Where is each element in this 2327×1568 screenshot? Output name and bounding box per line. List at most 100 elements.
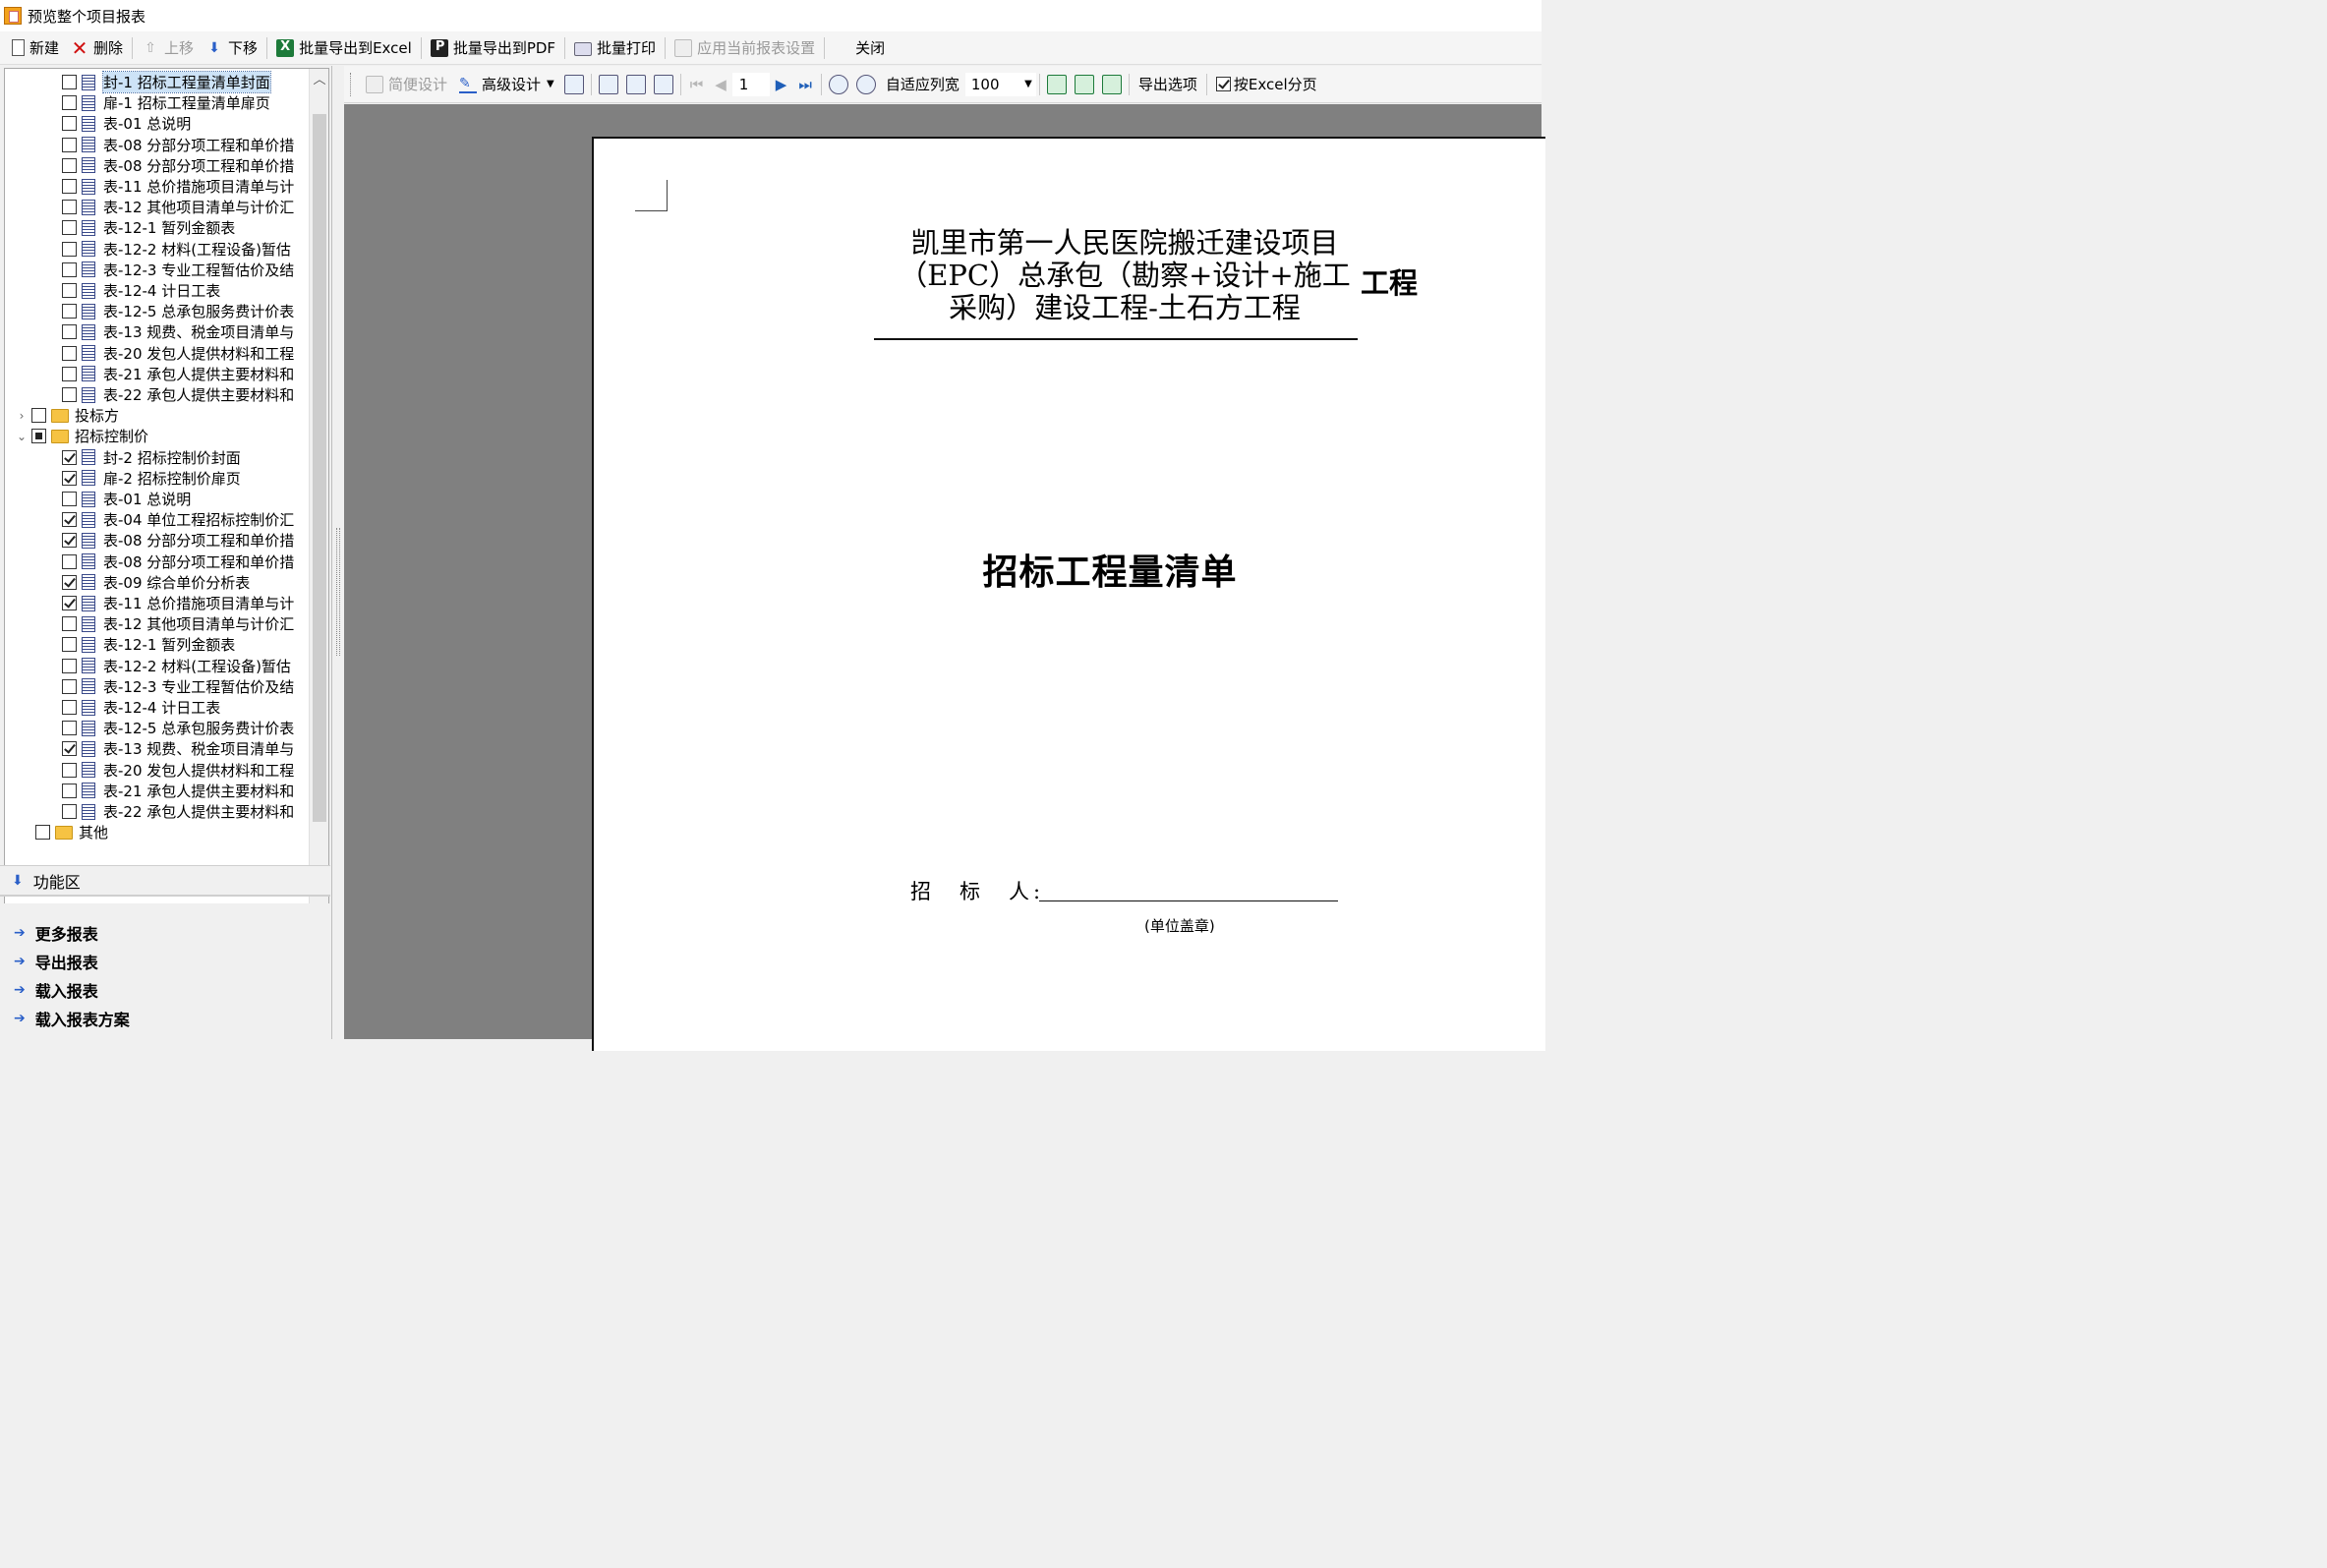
tree-item-report[interactable]: 表-12-2 材料(工程设备)暂估 (62, 239, 291, 260)
tree-item-report[interactable]: 扉-1 招标工程量清单扉页 (62, 92, 270, 113)
checkbox[interactable] (31, 408, 46, 424)
tree-item-report[interactable]: 表-12-1 暂列金额表 (62, 217, 235, 238)
export-options-button[interactable]: 导出选项 (1133, 71, 1203, 98)
fit-width-button[interactable]: 自适应列宽 (880, 71, 965, 98)
checkbox[interactable] (62, 366, 77, 381)
checkbox[interactable] (62, 492, 77, 506)
tree-item-report[interactable]: 表-08 分部分项工程和单价措 (62, 135, 294, 155)
tree-item-report[interactable]: 表-12-2 材料(工程设备)暂估 (62, 656, 291, 676)
checkbox[interactable] (62, 762, 77, 778)
export-excel-button[interactable]: 批量导出到Excel (270, 34, 418, 62)
excel-export-icon[interactable] (1046, 74, 1067, 94)
tree-item-report[interactable]: 表-01 总说明 (62, 113, 191, 134)
tree-item-report[interactable]: 表-12-3 专业工程暂估价及结 (62, 676, 294, 697)
excel-paging-checkbox[interactable]: 按Excel分页 (1210, 71, 1323, 98)
checkbox[interactable] (62, 95, 77, 111)
tree-item-report[interactable]: 表-20 发包人提供材料和工程 (62, 760, 294, 781)
tree-item-report[interactable]: 表-20 发包人提供材料和工程 (62, 343, 294, 364)
tree-item-report[interactable]: 表-12-4 计日工表 (62, 697, 220, 718)
tree-item-report[interactable]: 表-08 分部分项工程和单价措 (62, 530, 294, 551)
apply-settings-button[interactable]: 应用当前报表设置 (669, 34, 821, 62)
checkbox[interactable] (62, 470, 77, 486)
tree-item-report[interactable]: 表-12-3 专业工程暂估价及结 (62, 260, 294, 280)
page-number-input[interactable]: 1 (731, 72, 770, 96)
tree-item-report[interactable]: 表-13 规费、税金项目清单与 (62, 321, 294, 342)
checkbox[interactable] (62, 616, 77, 632)
dropdown-arrow-icon[interactable]: ▼ (547, 79, 554, 89)
next-page-icon[interactable]: ▶ (770, 76, 793, 93)
tree-folder-control-price[interactable]: ⌄ 招标控制价 (15, 426, 148, 446)
zoom-out-icon[interactable] (855, 74, 876, 94)
multi-page-icon[interactable] (653, 74, 673, 94)
checkbox[interactable] (62, 596, 77, 610)
tree-item-report[interactable]: 表-12-1 暂列金额表 (62, 634, 235, 655)
prev-page-icon[interactable]: ◀ (709, 76, 732, 93)
checkbox[interactable] (62, 678, 77, 694)
panel-splitter[interactable] (333, 66, 343, 1039)
advanced-design-button[interactable]: ✎ 高级设计 ▼ (453, 71, 560, 98)
tree-item-report[interactable]: 封-1 招标工程量清单封面 (62, 71, 271, 93)
checkbox[interactable] (62, 741, 77, 757)
checkbox[interactable] (62, 783, 77, 798)
first-page-icon[interactable]: ⏮ (684, 76, 710, 93)
checkbox[interactable] (62, 804, 77, 819)
vertical-scroll-thumb[interactable] (313, 114, 326, 822)
function-area-header[interactable]: ⬇ 功能区 (0, 865, 330, 897)
checkbox[interactable] (62, 449, 77, 465)
checkbox[interactable] (62, 345, 77, 361)
link-load-reports[interactable]: ➔ 载入报表 (14, 978, 98, 1002)
checkbox[interactable] (62, 700, 77, 715)
checkbox[interactable] (62, 220, 77, 236)
tree-item-report[interactable]: 表-22 承包人提供主要材料和 (62, 384, 294, 405)
new-button[interactable]: 新建 (6, 34, 65, 62)
checkbox[interactable] (62, 179, 77, 194)
tree-item-report[interactable]: 扉-2 招标控制价扉页 (62, 468, 241, 489)
export-pdf-button[interactable]: 批量导出到PDF (425, 34, 561, 62)
checkbox[interactable] (35, 825, 50, 841)
tree-item-report[interactable]: 表-12-5 总承包服务费计价表 (62, 718, 294, 738)
tree-item-report[interactable]: 表-09 综合单价分析表 (62, 572, 250, 593)
tree-item-report[interactable]: 表-04 单位工程招标控制价汇 (62, 509, 294, 530)
tree-vertical-scrollbar[interactable]: ︿ ﹀ (309, 69, 328, 906)
checkbox[interactable] (62, 637, 77, 653)
checkbox[interactable] (62, 387, 77, 402)
tree-item-report[interactable]: 表-21 承包人提供主要材料和 (62, 781, 294, 801)
move-up-button[interactable]: ⇧ 上移 (136, 34, 200, 62)
delete-button[interactable]: ✕ 删除 (65, 34, 129, 62)
zoom-select[interactable]: 100 ▼ (964, 72, 1036, 96)
zoom-in-icon[interactable] (828, 74, 848, 94)
tree-item-report[interactable]: 表-11 总价措施项目清单与计 (62, 176, 294, 197)
print-icon[interactable] (563, 74, 584, 94)
scroll-up-icon[interactable]: ︿ (310, 71, 328, 90)
checkbox[interactable] (62, 721, 77, 736)
tree-item-report[interactable]: 表-08 分部分项工程和单价措 (62, 552, 294, 572)
expand-icon[interactable]: › (15, 409, 29, 423)
tree-item-report[interactable]: 表-22 承包人提供主要材料和 (62, 801, 294, 822)
report-preview-area[interactable]: 凯里市第一人民医院搬迁建设项目 （EPC）总承包（勘察+设计+施工 采购）建设工… (344, 104, 1545, 1051)
move-down-button[interactable]: ⬇ 下移 (200, 34, 263, 62)
link-more-reports[interactable]: ➔ 更多报表 (14, 921, 98, 945)
checkbox[interactable] (62, 553, 77, 569)
tree-item-report[interactable]: 表-08 分部分项工程和单价措 (62, 155, 294, 176)
checkbox[interactable] (62, 283, 77, 298)
tree-item-report[interactable]: 封-2 招标控制价封面 (62, 447, 241, 468)
checkbox[interactable] (62, 261, 77, 277)
tree-item-report[interactable]: 表-12-4 计日工表 (62, 280, 220, 301)
checkbox[interactable] (62, 533, 77, 549)
excel-multi-icon[interactable] (1101, 74, 1122, 94)
checkbox[interactable] (62, 137, 77, 152)
link-load-report-scheme[interactable]: ➔ 载入报表方案 (14, 1007, 130, 1030)
close-button[interactable]: 关闭 (849, 34, 891, 62)
checkbox[interactable] (62, 116, 77, 132)
single-page-icon[interactable] (598, 74, 618, 94)
checkbox[interactable] (62, 157, 77, 173)
tree-item-report[interactable]: 表-12 其他项目清单与计价汇 (62, 613, 294, 634)
checkbox[interactable] (62, 304, 77, 319)
link-export-reports[interactable]: ➔ 导出报表 (14, 950, 98, 973)
batch-print-button[interactable]: 批量打印 (568, 34, 662, 62)
tree-item-report[interactable]: 表-11 总价措施项目清单与计 (62, 593, 294, 613)
tree-folder-other[interactable]: 其他 (35, 822, 108, 842)
tree-item-report[interactable]: 表-01 总说明 (62, 489, 191, 509)
simple-design-button[interactable]: 简便设计 (360, 71, 453, 98)
checkbox[interactable] (62, 241, 77, 257)
